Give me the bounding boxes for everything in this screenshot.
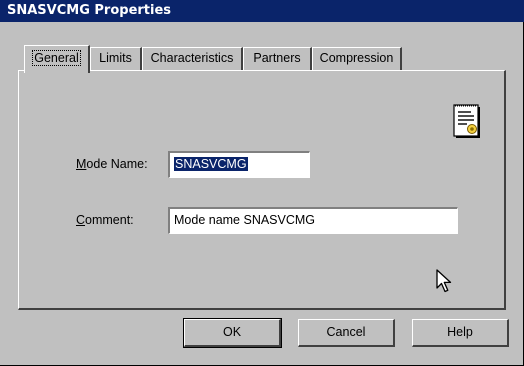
mode-name-label: Mode Name: <box>76 157 148 171</box>
comment-value: Mode name SNASVCMG <box>174 213 316 227</box>
tab-general[interactable]: General <box>24 45 90 73</box>
tab-limits-label: Limits <box>99 51 132 65</box>
comment-label-text: omment: <box>85 213 134 227</box>
document-properties-icon <box>453 104 480 138</box>
tab-partners[interactable]: Partners <box>243 47 312 71</box>
tab-compression[interactable]: Compression <box>312 47 402 71</box>
tab-partners-label: Partners <box>253 51 301 65</box>
tab-characteristics[interactable]: Characteristics <box>142 47 243 71</box>
window-title: SNASVCMG Properties <box>7 3 172 18</box>
comment-label: Comment: <box>76 213 134 227</box>
properties-dialog: SNASVCMG Properties General Limits Chara… <box>0 0 524 366</box>
title-bar[interactable]: SNASVCMG Properties <box>0 0 524 22</box>
comment-accelerator: C <box>76 213 86 227</box>
mode-name-accelerator: M <box>76 157 87 171</box>
tab-compression-label: Compression <box>319 51 394 65</box>
help-button[interactable]: Help <box>412 319 509 347</box>
tab-characteristics-label: Characteristics <box>150 51 234 65</box>
mouse-pointer-icon <box>436 269 452 293</box>
tab-limits[interactable]: Limits <box>90 47 142 71</box>
ok-button[interactable]: OK <box>183 318 282 348</box>
cancel-button[interactable]: Cancel <box>298 319 395 347</box>
tab-general-label: General <box>32 50 81 66</box>
mode-name-label-text: ode Name: <box>86 157 148 171</box>
mode-name-field[interactable]: SNASVCMG <box>168 151 310 178</box>
mode-name-value: SNASVCMG <box>174 157 248 171</box>
comment-field[interactable]: Mode name SNASVCMG <box>168 207 458 234</box>
general-tab-panel: Mode Name: SNASVCMG Comment: Mode name S… <box>18 70 506 310</box>
